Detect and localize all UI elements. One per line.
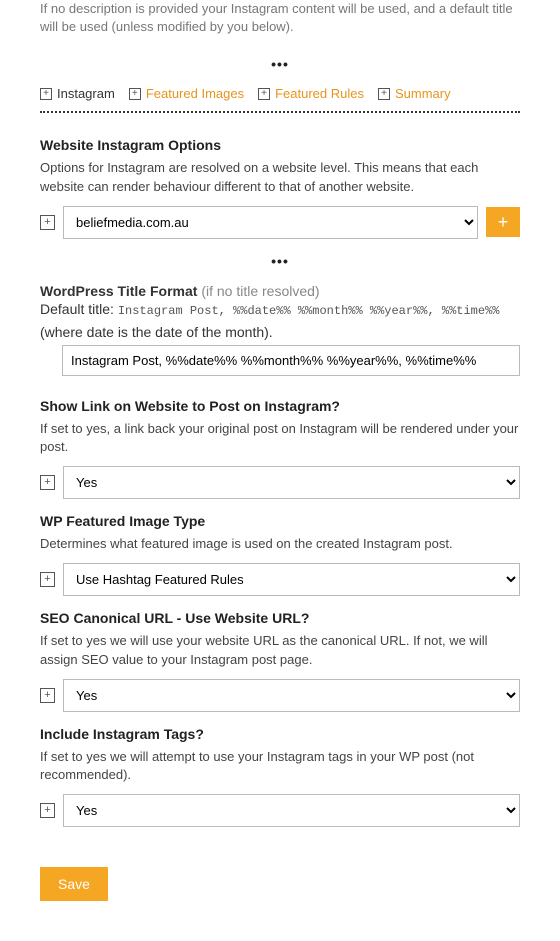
default-title-code: Instagram Post, %%date%% %%month%% %%yea… bbox=[118, 304, 500, 318]
title-format-input[interactable] bbox=[62, 345, 520, 376]
include-tags-select[interactable]: Yes bbox=[63, 794, 520, 827]
featured-type-desc: Determines what featured image is used o… bbox=[40, 535, 520, 553]
canonical-select[interactable]: Yes bbox=[63, 679, 520, 712]
title-format-bold: WordPress Title Format bbox=[40, 283, 197, 299]
default-title-prefix: Default title: bbox=[40, 301, 114, 317]
website-options-title: Website Instagram Options bbox=[40, 137, 520, 153]
featured-type-label: WP Featured Image Type bbox=[40, 513, 520, 529]
expand-icon[interactable]: + bbox=[40, 475, 55, 490]
website-options-desc: Options for Instagram are resolved on a … bbox=[40, 159, 520, 195]
tab-featured-rules[interactable]: + Featured Rules bbox=[258, 86, 364, 101]
expand-icon[interactable]: + bbox=[40, 803, 55, 818]
tab-summary[interactable]: + Summary bbox=[378, 86, 451, 101]
canonical-label: SEO Canonical URL - Use Website URL? bbox=[40, 610, 520, 626]
default-title-suffix: (where date is the date of the month). bbox=[40, 322, 520, 343]
show-link-desc: If set to yes, a link back your original… bbox=[40, 420, 520, 456]
divider-ellipsis: ••• bbox=[40, 56, 520, 72]
tab-label: Instagram bbox=[57, 86, 115, 101]
website-select[interactable]: beliefmedia.com.au bbox=[63, 206, 478, 239]
tab-instagram[interactable]: + Instagram bbox=[40, 86, 115, 101]
featured-type-select[interactable]: Use Hashtag Featured Rules bbox=[63, 563, 520, 596]
expand-icon[interactable]: + bbox=[40, 688, 55, 703]
tab-label: Featured Images bbox=[146, 86, 244, 101]
expand-icon[interactable]: + bbox=[40, 215, 55, 230]
plus-icon: + bbox=[40, 88, 52, 100]
tab-featured-images[interactable]: + Featured Images bbox=[129, 86, 244, 101]
tab-label: Summary bbox=[395, 86, 451, 101]
show-link-label: Show Link on Website to Post on Instagra… bbox=[40, 398, 520, 414]
plus-icon: + bbox=[378, 88, 390, 100]
show-link-select[interactable]: Yes bbox=[63, 466, 520, 499]
plus-icon: + bbox=[129, 88, 141, 100]
title-format-gray: (if no title resolved) bbox=[201, 283, 319, 299]
default-title-line: Default title: Instagram Post, %%date%% … bbox=[40, 299, 520, 320]
add-website-button[interactable]: + bbox=[486, 207, 520, 237]
include-tags-label: Include Instagram Tags? bbox=[40, 726, 520, 742]
expand-icon[interactable]: + bbox=[40, 572, 55, 587]
title-format-label: WordPress Title Format (if no title reso… bbox=[40, 283, 520, 299]
tab-label: Featured Rules bbox=[275, 86, 364, 101]
tabs-bar: + Instagram + Featured Images + Featured… bbox=[40, 86, 520, 113]
plus-icon: + bbox=[258, 88, 270, 100]
canonical-desc: If set to yes we will use your website U… bbox=[40, 632, 520, 668]
divider-ellipsis: ••• bbox=[40, 253, 520, 269]
include-tags-desc: If set to yes we will attempt to use you… bbox=[40, 748, 520, 784]
top-description: If no description is provided your Insta… bbox=[40, 0, 520, 36]
